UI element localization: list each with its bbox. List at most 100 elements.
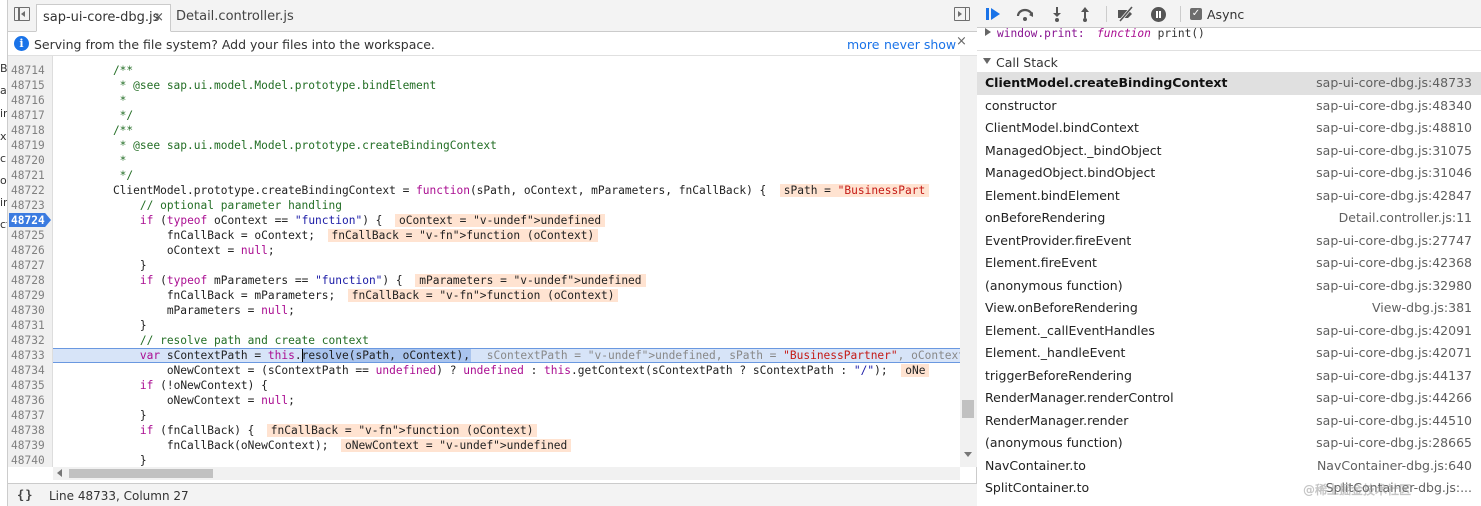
line-number[interactable]: 48738 xyxy=(11,423,51,438)
frame-location[interactable]: sap-ui-core-dbg.js:42847 xyxy=(1316,185,1472,208)
frame-location[interactable]: sap-ui-core-dbg.js:44266 xyxy=(1316,387,1472,410)
frame-location[interactable]: sap-ui-core-dbg.js:48340 xyxy=(1316,95,1472,118)
frame-location[interactable]: Detail.controller.js:11 xyxy=(1339,207,1472,230)
call-stack-frame[interactable]: Element._callEventHandles sap-ui-core-dbg… xyxy=(977,320,1481,343)
code-line[interactable]: 48714 /** xyxy=(8,63,960,78)
code-line[interactable]: 48722 ClientModel.prototype.createBindin… xyxy=(8,183,960,198)
code-line[interactable]: 48718 /** xyxy=(8,123,960,138)
call-stack-frame[interactable]: Element._handleEvent sap-ui-core-dbg.js:4… xyxy=(977,342,1481,365)
code-line[interactable]: 48736 oNewContext = null; xyxy=(8,393,960,408)
step-over-icon[interactable] xyxy=(1015,5,1035,23)
code-line[interactable]: 48717 */ xyxy=(8,108,960,123)
call-stack-frame[interactable]: EventProvider.fireEvent sap-ui-core-dbg.j… xyxy=(977,230,1481,253)
frame-location[interactable]: sap-ui-core-dbg.js:48810 xyxy=(1316,117,1472,140)
line-number[interactable]: 48717 xyxy=(11,108,51,123)
call-stack-frame[interactable]: RenderManager.renderControl sap-ui-core-d… xyxy=(977,387,1481,410)
vertical-scrollbar[interactable] xyxy=(960,56,977,467)
horizontal-scroll-thumb[interactable] xyxy=(69,469,213,478)
infobar-close-icon[interactable]: × xyxy=(956,34,967,49)
code-line[interactable]: 48724 if (typeof oContext == "function")… xyxy=(8,213,960,228)
call-stack-frame[interactable]: ManagedObject.bindObject sap-ui-core-dbg.… xyxy=(977,162,1481,185)
line-number[interactable]: 48736 xyxy=(11,393,51,408)
frame-location[interactable]: sap-ui-core-dbg.js:31046 xyxy=(1316,162,1472,185)
code-line[interactable]: 48733 var sContextPath = this.resolve(sP… xyxy=(8,348,960,363)
code-line[interactable]: 48716 * xyxy=(8,93,960,108)
line-number[interactable]: 48723 xyxy=(11,198,51,213)
frame-location[interactable]: sap-ui-core-dbg.js:44510 xyxy=(1316,410,1472,433)
frame-location[interactable]: View-dbg.js:381 xyxy=(1372,297,1472,320)
line-number[interactable]: 48735 xyxy=(11,378,51,393)
step-out-icon[interactable] xyxy=(1075,5,1095,23)
code-line[interactable]: 48735 if (!oNewContext) { xyxy=(8,378,960,393)
code-line[interactable]: 48720 * xyxy=(8,153,960,168)
code-line[interactable]: 48721 */ xyxy=(8,168,960,183)
frame-location[interactable]: sap-ui-core-dbg.js:42368 xyxy=(1316,252,1472,275)
vertical-scroll-thumb[interactable] xyxy=(962,400,974,418)
line-number[interactable]: 48722 xyxy=(11,183,51,198)
call-stack-frame[interactable]: (anonymous function) sap-ui-core-dbg.js:2… xyxy=(977,432,1481,455)
line-number[interactable]: 48726 xyxy=(11,243,51,258)
line-number[interactable]: 48727 xyxy=(11,258,51,273)
call-stack-frame[interactable]: View.onBeforeRendering View-dbg.js:381 xyxy=(977,297,1481,320)
line-number[interactable]: 48737 xyxy=(11,408,51,423)
call-stack-frame[interactable]: RenderManager.render sap-ui-core-dbg.js:4… xyxy=(977,410,1481,433)
line-number[interactable]: 48716 xyxy=(11,93,51,108)
pretty-print-icon[interactable]: {} xyxy=(17,488,33,502)
watch-expression[interactable]: window.print: function print() xyxy=(977,28,1481,42)
close-tab-icon[interactable]: × xyxy=(153,5,164,31)
expand-arrow-icon[interactable] xyxy=(985,28,991,36)
resume-icon[interactable] xyxy=(983,5,1003,23)
frame-location[interactable]: sap-ui-core-dbg.js:48733 xyxy=(1316,72,1472,95)
deactivate-breakpoints-icon[interactable] xyxy=(1116,5,1136,23)
code-line[interactable]: 48719 * @see sap.ui.model.Model.prototyp… xyxy=(8,138,960,153)
collapse-arrow-icon[interactable] xyxy=(983,58,991,64)
line-number[interactable]: 48725 xyxy=(11,228,51,243)
code-line[interactable]: 48715 * @see sap.ui.model.Model.prototyp… xyxy=(8,78,960,93)
line-number[interactable]: 48714 xyxy=(11,63,51,78)
line-number[interactable]: 48721 xyxy=(11,168,51,183)
code-line[interactable]: 48727 } xyxy=(8,258,960,273)
code-line[interactable]: 48739 fnCallBack(oNewContext); oNewContex… xyxy=(8,438,960,453)
frame-location[interactable]: NavContainer-dbg.js:640 xyxy=(1317,455,1472,478)
code-line[interactable]: 48737 } xyxy=(8,408,960,423)
code-line[interactable]: 48731 } xyxy=(8,318,960,333)
code-line[interactable]: 48726 oContext = null; xyxy=(8,243,960,258)
line-number[interactable]: 48720 xyxy=(11,153,51,168)
line-number[interactable]: 48729 xyxy=(11,288,51,303)
line-number[interactable]: 48730 xyxy=(11,303,51,318)
code-line[interactable]: 48729 fnCallBack = mParameters; fnCallBac… xyxy=(8,288,960,303)
code-line[interactable]: 48740 } xyxy=(8,453,960,467)
line-number[interactable]: 48718 xyxy=(11,123,51,138)
code-line[interactable]: 48728 if (typeof mParameters == "functio… xyxy=(8,273,960,288)
tab-detail-controller[interactable]: Detail.controller.js xyxy=(170,4,300,32)
code-line[interactable]: 48734 oNewContext = (sContextPath == und… xyxy=(8,363,960,378)
code-line[interactable]: 48730 mParameters = null; xyxy=(8,303,960,318)
call-stack-frame[interactable]: constructor sap-ui-core-dbg.js:48340 xyxy=(977,95,1481,118)
frame-location[interactable]: sap-ui-core-dbg.js:42091 xyxy=(1316,320,1472,343)
call-stack-frame[interactable]: Element.bindElement sap-ui-core-dbg.js:42… xyxy=(977,185,1481,208)
breakpoint-marker[interactable]: 48724 xyxy=(9,213,51,227)
line-number[interactable]: 48734 xyxy=(11,363,51,378)
horizontal-scrollbar[interactable] xyxy=(53,467,960,480)
code-line[interactable]: 48738 if (fnCallBack) {fnCallBack = "v-f… xyxy=(8,423,960,438)
tab-sap-ui-core-dbg[interactable]: sap-ui-core-dbg.js × xyxy=(36,4,171,32)
toggle-debugger-icon[interactable] xyxy=(954,7,970,21)
call-stack-frame[interactable]: ManagedObject._bindObject sap-ui-core-dbg… xyxy=(977,140,1481,163)
line-number[interactable]: 48732 xyxy=(11,333,51,348)
line-number[interactable]: 48733 xyxy=(11,348,51,363)
line-number[interactable]: 48715 xyxy=(11,78,51,93)
code-line[interactable]: 48732 // resolve path and create context xyxy=(8,333,960,348)
code-line[interactable]: 48725 fnCallBack = oContext; fnCallBack =… xyxy=(8,228,960,243)
line-number[interactable]: 48731 xyxy=(11,318,51,333)
pause-on-exceptions-icon[interactable] xyxy=(1148,5,1168,23)
frame-location[interactable]: sap-ui-core-dbg.js:42071 xyxy=(1316,342,1472,365)
scroll-left-arrow-icon[interactable] xyxy=(57,469,62,477)
frame-location[interactable]: sap-ui-core-dbg.js:32980 xyxy=(1316,275,1472,298)
call-stack-frame[interactable]: Element.fireEvent sap-ui-core-dbg.js:4236… xyxy=(977,252,1481,275)
step-into-icon[interactable] xyxy=(1047,5,1067,23)
call-stack-frame[interactable]: ClientModel.bindContext sap-ui-core-dbg.j… xyxy=(977,117,1481,140)
async-checkbox[interactable]: ✓ xyxy=(1190,8,1202,20)
line-number[interactable]: 48739 xyxy=(11,438,51,453)
infobar-more-link[interactable]: more xyxy=(847,37,879,52)
frame-location[interactable]: sap-ui-core-dbg.js:31075 xyxy=(1316,140,1472,163)
